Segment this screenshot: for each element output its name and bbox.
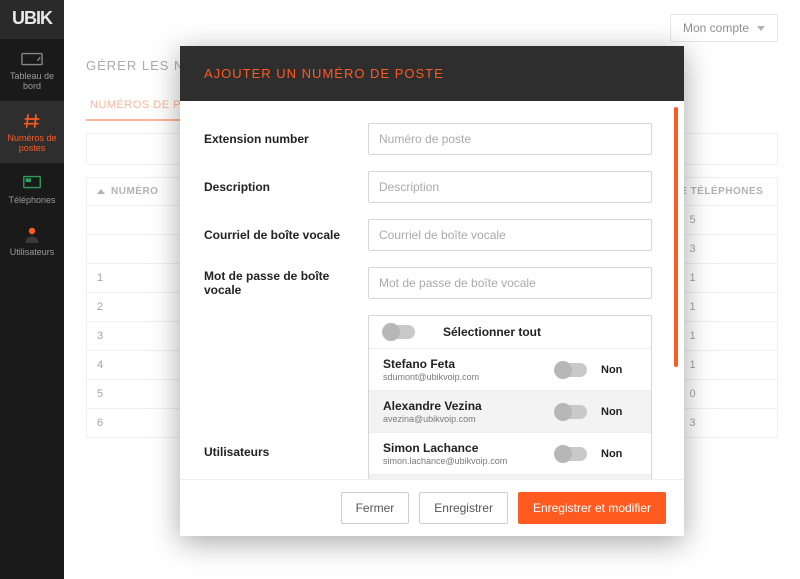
user-toggle[interactable] (555, 447, 587, 461)
sidebar-item-extensions[interactable]: Numéros de postes (0, 101, 64, 163)
user-icon (21, 227, 43, 243)
dashboard-icon (21, 51, 43, 67)
main-content: Mon compte GÉRER LES N NUMÉROS DE PO NUM… (64, 0, 800, 579)
sidebar-item-users[interactable]: Utilisateurs (0, 215, 64, 267)
description-input[interactable] (368, 171, 652, 203)
user-name: Alexandre Vezina (383, 399, 555, 413)
user-name: Stefano Feta (383, 357, 555, 371)
label-extension: Extension number (204, 132, 368, 146)
select-all-toggle[interactable] (383, 325, 415, 339)
sidebar-item-label: Utilisateurs (10, 247, 55, 257)
user-toggle[interactable] (555, 405, 587, 419)
sidebar: UBIK Tableau de bord Numéros de postes T… (0, 0, 64, 579)
user-email: sdumont@ubikvoip.com (383, 372, 555, 382)
user-row: Stefano Fetasdumont@ubikvoip.com Non (369, 349, 651, 391)
add-extension-modal: AJOUTER UN NUMÉRO DE POSTE Extension num… (180, 46, 684, 536)
voicemail-pass-input[interactable] (368, 267, 652, 299)
select-all-label: Sélectionner tout (443, 325, 541, 339)
extension-input[interactable] (368, 123, 652, 155)
user-email: simon.lachance@ubikvoip.com (383, 456, 555, 466)
save-button[interactable]: Enregistrer (419, 492, 508, 524)
label-users: Utilisateurs (204, 315, 368, 459)
sidebar-item-label: Téléphones (8, 195, 55, 205)
label-voicemail-pass: Mot de passe de boîte vocale (204, 269, 368, 297)
brand-text: UBIK (12, 8, 52, 28)
sidebar-item-dashboard[interactable]: Tableau de bord (0, 39, 64, 101)
sidebar-item-label: Numéros de postes (7, 133, 56, 153)
user-toggle[interactable] (555, 363, 587, 377)
user-toggle-state: Non (601, 406, 637, 418)
users-list: Sélectionner tout Stefano Fetasdumont@ub… (368, 315, 652, 479)
user-toggle-state: Non (601, 448, 637, 460)
close-button[interactable]: Fermer (341, 492, 410, 524)
phone-icon (21, 175, 43, 191)
modal-scrollbar[interactable] (674, 107, 678, 367)
voicemail-email-input[interactable] (368, 219, 652, 251)
user-row: Alexandre Vezinaavezina@ubikvoip.com Non (369, 391, 651, 433)
modal-footer: Fermer Enregistrer Enregistrer et modifi… (180, 479, 684, 536)
user-name: Simon Lachance (383, 441, 555, 455)
modal-overlay: AJOUTER UN NUMÉRO DE POSTE Extension num… (64, 0, 800, 579)
user-email: avezina@ubikvoip.com (383, 414, 555, 424)
save-edit-button[interactable]: Enregistrer et modifier (518, 492, 666, 524)
user-row: Lucien Boivinlucien.boivin@ubikvoip.com … (369, 475, 651, 479)
sidebar-item-phones[interactable]: Téléphones (0, 163, 64, 215)
label-voicemail-email: Courriel de boîte vocale (204, 228, 368, 242)
sidebar-item-label: Tableau de bord (10, 71, 54, 91)
brand-logo: UBIK (0, 0, 64, 39)
modal-title: AJOUTER UN NUMÉRO DE POSTE (180, 46, 684, 101)
user-row: Simon Lachancesimon.lachance@ubikvoip.co… (369, 433, 651, 475)
user-toggle-state: Non (601, 364, 637, 376)
label-description: Description (204, 180, 368, 194)
hash-icon (21, 113, 43, 129)
